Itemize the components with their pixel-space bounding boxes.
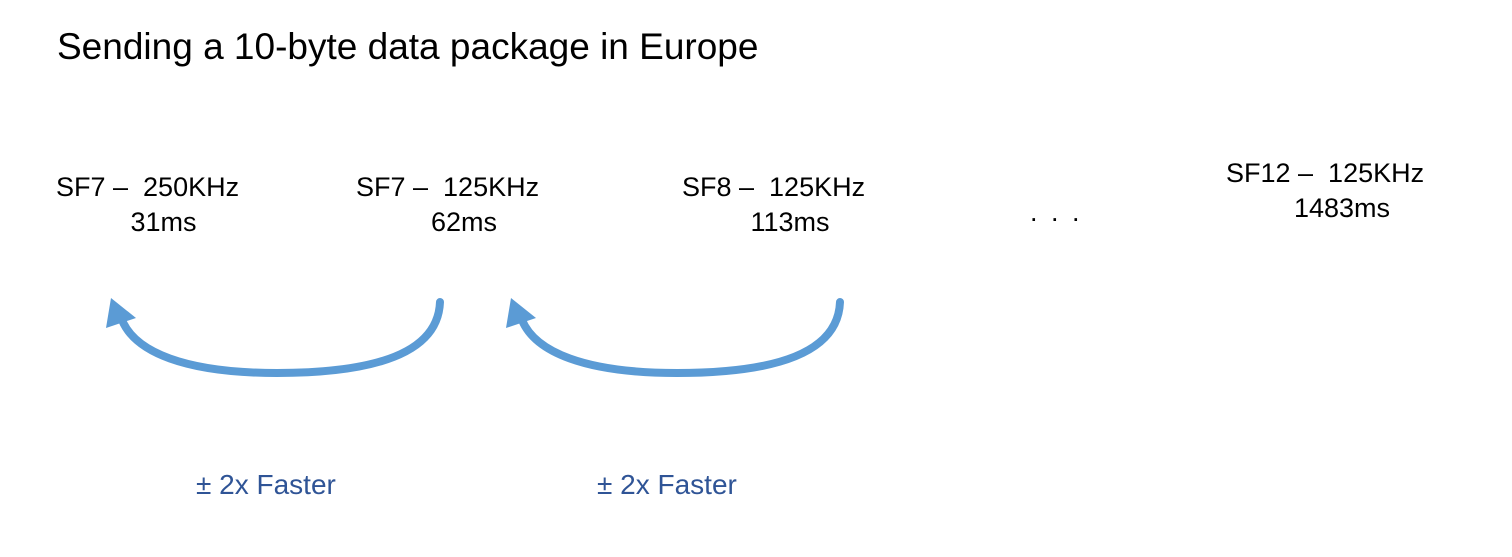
transition-label: ± 2x Faster <box>597 469 737 500</box>
curved-arrow-left-shaft <box>118 298 444 378</box>
curved-arrow-right-shaft <box>518 298 844 378</box>
transition-label: ± 2x Faster <box>196 469 336 500</box>
curved-arrow-left <box>106 298 444 378</box>
curved-arrow-right <box>506 298 844 378</box>
